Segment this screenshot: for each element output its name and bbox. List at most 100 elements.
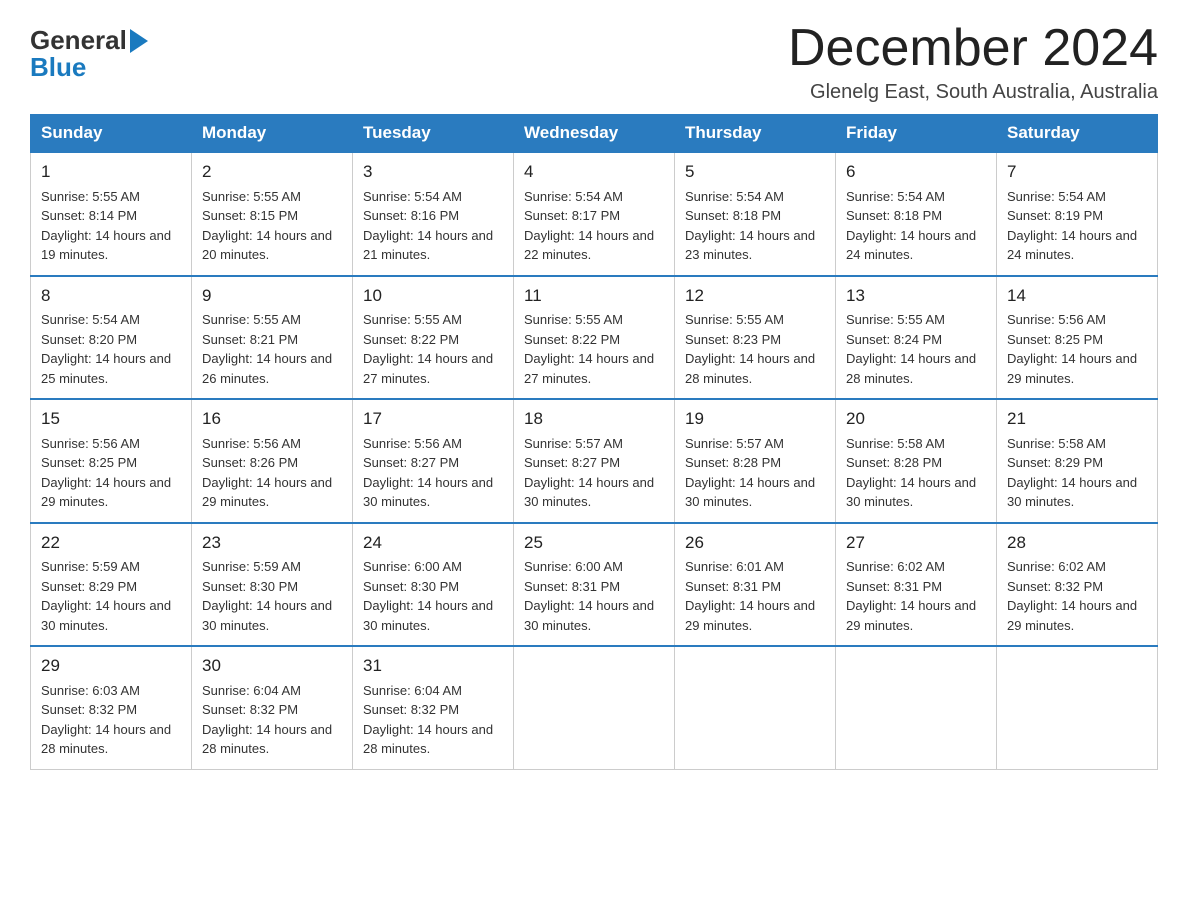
day-number: 26 xyxy=(685,530,825,556)
day-info: Sunrise: 5:58 AMSunset: 8:29 PMDaylight:… xyxy=(1007,434,1147,512)
day-info: Sunrise: 6:00 AMSunset: 8:30 PMDaylight:… xyxy=(363,557,503,635)
calendar-cell: 3 Sunrise: 5:54 AMSunset: 8:16 PMDayligh… xyxy=(353,152,514,276)
day-info: Sunrise: 5:54 AMSunset: 8:19 PMDaylight:… xyxy=(1007,187,1147,265)
calendar-cell: 9 Sunrise: 5:55 AMSunset: 8:21 PMDayligh… xyxy=(192,276,353,400)
calendar-table: Sunday Monday Tuesday Wednesday Thursday… xyxy=(30,114,1158,770)
logo-arrow-icon xyxy=(130,29,148,53)
calendar-cell xyxy=(514,646,675,769)
calendar-cell: 4 Sunrise: 5:54 AMSunset: 8:17 PMDayligh… xyxy=(514,152,675,276)
day-number: 13 xyxy=(846,283,986,309)
day-number: 28 xyxy=(1007,530,1147,556)
calendar-cell xyxy=(836,646,997,769)
day-number: 23 xyxy=(202,530,342,556)
calendar-cell: 16 Sunrise: 5:56 AMSunset: 8:26 PMDaylig… xyxy=(192,399,353,523)
day-number: 14 xyxy=(1007,283,1147,309)
calendar-cell: 23 Sunrise: 5:59 AMSunset: 8:30 PMDaylig… xyxy=(192,523,353,647)
calendar-cell: 11 Sunrise: 5:55 AMSunset: 8:22 PMDaylig… xyxy=(514,276,675,400)
calendar-cell: 19 Sunrise: 5:57 AMSunset: 8:28 PMDaylig… xyxy=(675,399,836,523)
day-number: 25 xyxy=(524,530,664,556)
day-info: Sunrise: 5:59 AMSunset: 8:29 PMDaylight:… xyxy=(41,557,181,635)
calendar-cell xyxy=(997,646,1158,769)
day-number: 29 xyxy=(41,653,181,679)
page-header: General Blue December 2024 Glenelg East,… xyxy=(30,20,1158,104)
calendar-cell: 5 Sunrise: 5:54 AMSunset: 8:18 PMDayligh… xyxy=(675,152,836,276)
day-number: 12 xyxy=(685,283,825,309)
header-monday: Monday xyxy=(192,115,353,153)
day-number: 30 xyxy=(202,653,342,679)
day-info: Sunrise: 6:04 AMSunset: 8:32 PMDaylight:… xyxy=(363,681,503,759)
day-number: 27 xyxy=(846,530,986,556)
calendar-cell: 20 Sunrise: 5:58 AMSunset: 8:28 PMDaylig… xyxy=(836,399,997,523)
day-number: 10 xyxy=(363,283,503,309)
month-title: December 2024 xyxy=(788,20,1158,77)
day-info: Sunrise: 5:55 AMSunset: 8:21 PMDaylight:… xyxy=(202,310,342,388)
calendar-week-4: 22 Sunrise: 5:59 AMSunset: 8:29 PMDaylig… xyxy=(31,523,1158,647)
day-number: 11 xyxy=(524,283,664,309)
day-info: Sunrise: 5:55 AMSunset: 8:22 PMDaylight:… xyxy=(363,310,503,388)
calendar-cell: 14 Sunrise: 5:56 AMSunset: 8:25 PMDaylig… xyxy=(997,276,1158,400)
day-number: 7 xyxy=(1007,159,1147,185)
day-number: 1 xyxy=(41,159,181,185)
day-number: 8 xyxy=(41,283,181,309)
day-info: Sunrise: 6:01 AMSunset: 8:31 PMDaylight:… xyxy=(685,557,825,635)
day-number: 24 xyxy=(363,530,503,556)
calendar-cell: 6 Sunrise: 5:54 AMSunset: 8:18 PMDayligh… xyxy=(836,152,997,276)
day-number: 18 xyxy=(524,406,664,432)
location-subtitle: Glenelg East, South Australia, Australia xyxy=(788,81,1158,104)
day-number: 31 xyxy=(363,653,503,679)
calendar-cell: 30 Sunrise: 6:04 AMSunset: 8:32 PMDaylig… xyxy=(192,646,353,769)
calendar-cell: 10 Sunrise: 5:55 AMSunset: 8:22 PMDaylig… xyxy=(353,276,514,400)
day-info: Sunrise: 5:59 AMSunset: 8:30 PMDaylight:… xyxy=(202,557,342,635)
day-info: Sunrise: 6:02 AMSunset: 8:31 PMDaylight:… xyxy=(846,557,986,635)
calendar-cell: 31 Sunrise: 6:04 AMSunset: 8:32 PMDaylig… xyxy=(353,646,514,769)
calendar-cell: 2 Sunrise: 5:55 AMSunset: 8:15 PMDayligh… xyxy=(192,152,353,276)
calendar-week-2: 8 Sunrise: 5:54 AMSunset: 8:20 PMDayligh… xyxy=(31,276,1158,400)
day-info: Sunrise: 5:58 AMSunset: 8:28 PMDaylight:… xyxy=(846,434,986,512)
day-info: Sunrise: 5:54 AMSunset: 8:16 PMDaylight:… xyxy=(363,187,503,265)
calendar-cell: 22 Sunrise: 5:59 AMSunset: 8:29 PMDaylig… xyxy=(31,523,192,647)
calendar-cell: 17 Sunrise: 5:56 AMSunset: 8:27 PMDaylig… xyxy=(353,399,514,523)
day-number: 9 xyxy=(202,283,342,309)
day-info: Sunrise: 5:56 AMSunset: 8:25 PMDaylight:… xyxy=(41,434,181,512)
day-number: 6 xyxy=(846,159,986,185)
day-number: 21 xyxy=(1007,406,1147,432)
day-number: 17 xyxy=(363,406,503,432)
calendar-cell: 28 Sunrise: 6:02 AMSunset: 8:32 PMDaylig… xyxy=(997,523,1158,647)
calendar-cell: 7 Sunrise: 5:54 AMSunset: 8:19 PMDayligh… xyxy=(997,152,1158,276)
day-info: Sunrise: 5:55 AMSunset: 8:15 PMDaylight:… xyxy=(202,187,342,265)
calendar-cell: 27 Sunrise: 6:02 AMSunset: 8:31 PMDaylig… xyxy=(836,523,997,647)
day-info: Sunrise: 6:04 AMSunset: 8:32 PMDaylight:… xyxy=(202,681,342,759)
day-info: Sunrise: 5:55 AMSunset: 8:23 PMDaylight:… xyxy=(685,310,825,388)
calendar-cell: 18 Sunrise: 5:57 AMSunset: 8:27 PMDaylig… xyxy=(514,399,675,523)
day-info: Sunrise: 5:57 AMSunset: 8:27 PMDaylight:… xyxy=(524,434,664,512)
calendar-cell: 25 Sunrise: 6:00 AMSunset: 8:31 PMDaylig… xyxy=(514,523,675,647)
header-sunday: Sunday xyxy=(31,115,192,153)
header-friday: Friday xyxy=(836,115,997,153)
day-info: Sunrise: 5:54 AMSunset: 8:20 PMDaylight:… xyxy=(41,310,181,388)
calendar-cell: 26 Sunrise: 6:01 AMSunset: 8:31 PMDaylig… xyxy=(675,523,836,647)
calendar-cell: 12 Sunrise: 5:55 AMSunset: 8:23 PMDaylig… xyxy=(675,276,836,400)
day-number: 19 xyxy=(685,406,825,432)
day-info: Sunrise: 5:54 AMSunset: 8:18 PMDaylight:… xyxy=(846,187,986,265)
header-saturday: Saturday xyxy=(997,115,1158,153)
day-info: Sunrise: 5:56 AMSunset: 8:25 PMDaylight:… xyxy=(1007,310,1147,388)
day-info: Sunrise: 5:55 AMSunset: 8:22 PMDaylight:… xyxy=(524,310,664,388)
header-wednesday: Wednesday xyxy=(514,115,675,153)
day-info: Sunrise: 5:56 AMSunset: 8:26 PMDaylight:… xyxy=(202,434,342,512)
day-number: 2 xyxy=(202,159,342,185)
day-info: Sunrise: 5:54 AMSunset: 8:17 PMDaylight:… xyxy=(524,187,664,265)
day-info: Sunrise: 5:57 AMSunset: 8:28 PMDaylight:… xyxy=(685,434,825,512)
calendar-cell: 21 Sunrise: 5:58 AMSunset: 8:29 PMDaylig… xyxy=(997,399,1158,523)
calendar-week-5: 29 Sunrise: 6:03 AMSunset: 8:32 PMDaylig… xyxy=(31,646,1158,769)
calendar-cell: 29 Sunrise: 6:03 AMSunset: 8:32 PMDaylig… xyxy=(31,646,192,769)
title-area: December 2024 Glenelg East, South Austra… xyxy=(788,20,1158,104)
day-number: 5 xyxy=(685,159,825,185)
day-info: Sunrise: 5:55 AMSunset: 8:24 PMDaylight:… xyxy=(846,310,986,388)
header-thursday: Thursday xyxy=(675,115,836,153)
day-info: Sunrise: 6:02 AMSunset: 8:32 PMDaylight:… xyxy=(1007,557,1147,635)
day-number: 22 xyxy=(41,530,181,556)
calendar-cell: 15 Sunrise: 5:56 AMSunset: 8:25 PMDaylig… xyxy=(31,399,192,523)
header-tuesday: Tuesday xyxy=(353,115,514,153)
day-number: 3 xyxy=(363,159,503,185)
calendar-week-1: 1 Sunrise: 5:55 AMSunset: 8:14 PMDayligh… xyxy=(31,152,1158,276)
